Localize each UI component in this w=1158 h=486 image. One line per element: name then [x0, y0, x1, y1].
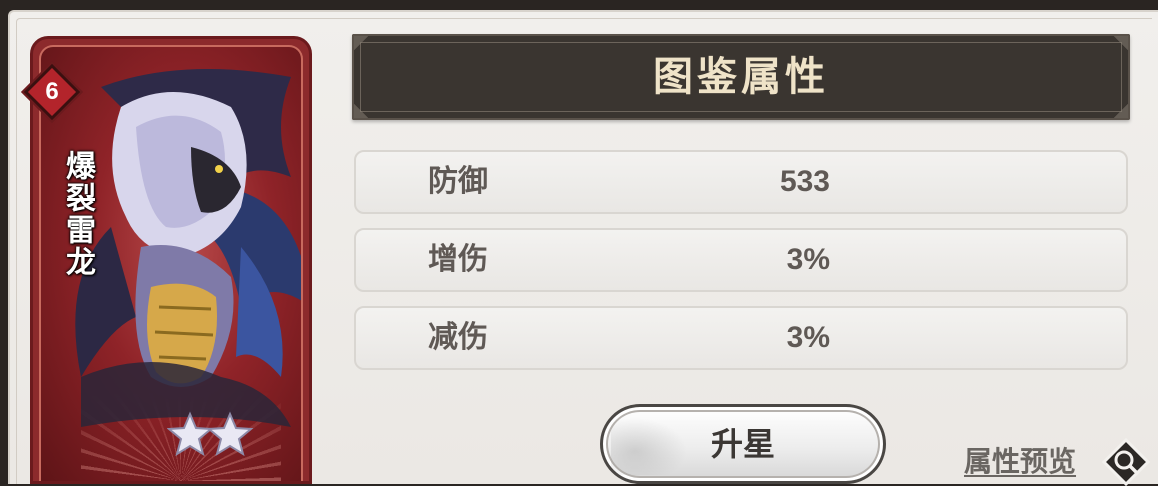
level-number: 6 [45, 78, 59, 105]
upgrade-star-label: 升星 [710, 425, 775, 463]
button-swirl-decoration [611, 415, 691, 475]
stat-row-damage-reduction: 减伤 3% [354, 306, 1128, 370]
title-banner: 图鉴属性 [352, 34, 1130, 120]
stat-value: 3% [786, 321, 830, 354]
star-icon [167, 411, 214, 457]
star-icon [206, 411, 254, 457]
stat-row-damage-bonus: 增伤 3% [354, 228, 1128, 292]
monster-name: 爆裂雷龙 [60, 150, 95, 278]
star-rating [167, 411, 254, 457]
upgrade-star-button[interactable]: 升星 [600, 404, 886, 484]
stat-value: 533 [779, 165, 830, 198]
stat-label: 防御 [428, 164, 488, 199]
stat-row-defense: 防御 533 [354, 150, 1128, 214]
page-title: 图鉴属性 [653, 54, 829, 100]
stat-label: 增伤 [428, 242, 488, 277]
level-badge: 6 [23, 63, 81, 121]
stat-label: 减伤 [428, 320, 488, 355]
stat-value: 3% [786, 243, 830, 276]
search-icon[interactable] [1102, 438, 1150, 486]
attribute-preview-link[interactable]: 属性预览 [964, 442, 1076, 482]
